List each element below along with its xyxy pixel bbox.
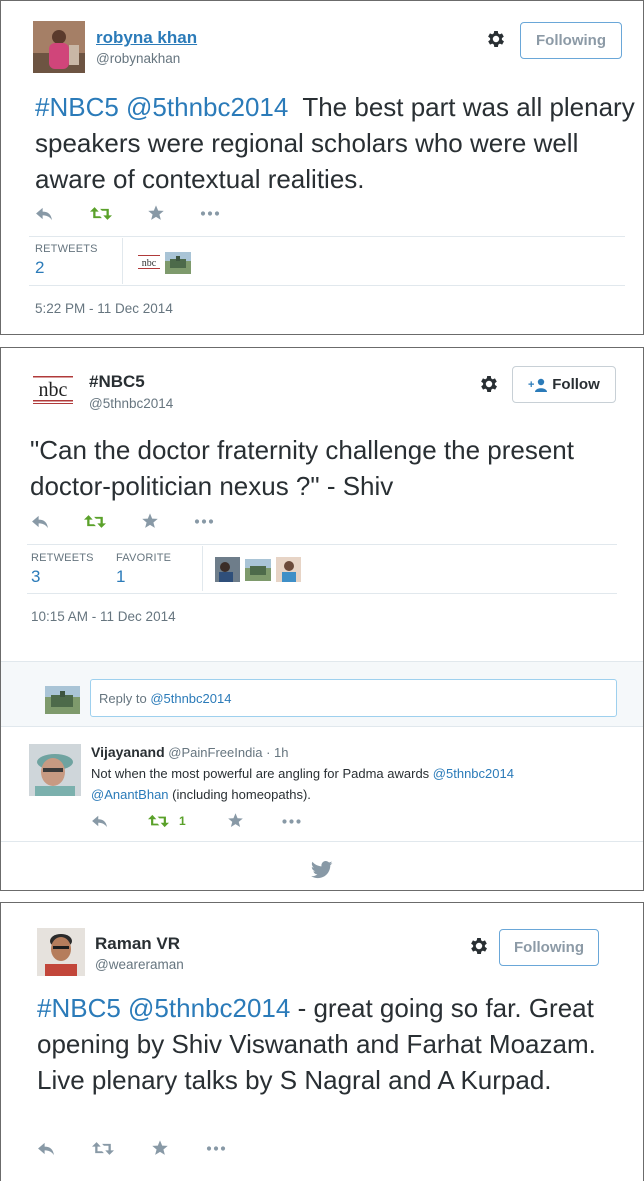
reply-target: @5thnbc2014 bbox=[150, 690, 232, 706]
avatar[interactable] bbox=[37, 928, 85, 976]
avatar-photo bbox=[33, 21, 85, 73]
tweet-timestamp[interactable]: 5:22 PM - 11 Dec 2014 bbox=[35, 301, 173, 316]
tweet-text: "Can the doctor fraternity challenge the… bbox=[30, 435, 574, 501]
retweets-label: RETWEETS bbox=[35, 243, 98, 255]
reply-author-name[interactable]: Vijayanand bbox=[91, 744, 165, 760]
reply-header: Vijayanand @PainFreeIndia · 1h bbox=[91, 744, 288, 760]
reply-author-handle[interactable]: @PainFreeIndia bbox=[168, 745, 262, 760]
twitter-bird-icon[interactable] bbox=[311, 861, 333, 879]
reply-text: Not when the most powerful are angling f… bbox=[91, 763, 591, 805]
divider bbox=[202, 546, 203, 591]
reply-retweet-count[interactable]: 1 bbox=[179, 814, 186, 828]
nbc-logo-text: nbc bbox=[39, 379, 68, 401]
reply-actions: 1 bbox=[91, 814, 311, 834]
tweet-hashtags[interactable]: #NBC5 @5thnbc2014 bbox=[37, 993, 290, 1023]
reply-prefix: Reply to bbox=[99, 690, 151, 706]
reply-icon[interactable] bbox=[91, 814, 109, 828]
divider bbox=[122, 238, 123, 284]
divider bbox=[27, 544, 617, 545]
retweet-icon[interactable] bbox=[148, 814, 169, 828]
tweet-card: robyna khan @robynakhan Following #NBC5 … bbox=[0, 0, 644, 335]
divider bbox=[1, 841, 643, 842]
follow-button[interactable]: + Follow bbox=[512, 366, 616, 403]
favorite-count[interactable]: 1 bbox=[116, 567, 125, 587]
nbc-logo-text: nbc bbox=[142, 258, 157, 269]
reply-text-plain: Not when the most powerful are angling f… bbox=[91, 766, 433, 781]
more-icon[interactable] bbox=[199, 210, 221, 217]
reply-input[interactable]: Reply to @5thnbc2014 bbox=[90, 679, 617, 717]
building-photo bbox=[165, 252, 191, 274]
person-photo bbox=[215, 557, 240, 582]
following-button[interactable]: Following bbox=[499, 929, 599, 966]
reply-author-avatar[interactable] bbox=[29, 744, 81, 796]
reply-icon[interactable] bbox=[31, 514, 50, 529]
tweet-text: #NBC5 @5thnbc2014 - great going so far. … bbox=[37, 990, 597, 1098]
avatar[interactable] bbox=[33, 21, 85, 73]
retweeter-avatar[interactable] bbox=[215, 557, 240, 582]
retweet-icon[interactable] bbox=[90, 206, 112, 221]
favorite-icon[interactable] bbox=[151, 1139, 169, 1157]
favorite-icon[interactable] bbox=[141, 512, 159, 530]
retweet-icon[interactable] bbox=[84, 514, 106, 529]
tweet-text: #NBC5 @5thnbc2014 The best part was all … bbox=[35, 89, 635, 197]
person-photo bbox=[37, 928, 85, 976]
retweet-icon[interactable] bbox=[92, 1141, 114, 1156]
retweeter-avatar[interactable] bbox=[165, 252, 191, 274]
tweet-actions bbox=[35, 206, 235, 226]
reply-icon[interactable] bbox=[35, 206, 54, 221]
author-handle[interactable]: @weareraman bbox=[95, 957, 184, 972]
more-icon[interactable] bbox=[205, 1145, 227, 1152]
author-name[interactable]: #NBC5 bbox=[89, 372, 145, 392]
retweets-count[interactable]: 2 bbox=[35, 258, 44, 278]
tweet-actions bbox=[31, 514, 231, 534]
reply-mention[interactable]: @5thnbc2014 bbox=[433, 766, 514, 781]
reply-mention[interactable]: @AnantBhan bbox=[91, 787, 169, 802]
more-icon[interactable] bbox=[281, 818, 302, 825]
reply-text-tail: (including homeopaths). bbox=[168, 787, 311, 802]
building-photo bbox=[245, 559, 271, 581]
favorite-label: FAVORITE bbox=[116, 552, 172, 564]
nbc-logo: nbc bbox=[33, 376, 73, 404]
retweets-label: RETWEETS bbox=[31, 552, 94, 564]
more-icon[interactable] bbox=[193, 518, 215, 525]
person-photo bbox=[29, 744, 81, 796]
following-button[interactable]: Following bbox=[520, 22, 622, 59]
author-name[interactable]: robyna khan bbox=[96, 28, 197, 48]
author-name[interactable]: Raman VR bbox=[95, 934, 180, 954]
person-photo bbox=[276, 557, 301, 582]
retweeter-avatar[interactable] bbox=[276, 557, 301, 582]
gear-icon[interactable] bbox=[468, 935, 490, 957]
nbc-logo-small: nbc bbox=[138, 255, 160, 269]
gear-icon[interactable] bbox=[478, 373, 500, 395]
tweet-card: Raman VR @weareraman Following #NBC5 @5t… bbox=[0, 902, 644, 1181]
divider bbox=[29, 236, 625, 237]
tweet-actions bbox=[37, 1141, 237, 1161]
retweeter-avatar[interactable] bbox=[245, 559, 271, 581]
follow-label: Follow bbox=[552, 376, 600, 393]
tweet-hashtags[interactable]: #NBC5 @5thnbc2014 bbox=[35, 92, 288, 122]
author-handle[interactable]: @5thnbc2014 bbox=[89, 396, 173, 411]
divider bbox=[1, 726, 643, 727]
svg-text:+: + bbox=[528, 379, 534, 391]
favorite-icon[interactable] bbox=[227, 812, 244, 829]
follow-person-icon: + bbox=[528, 378, 548, 392]
reply-avatar bbox=[45, 686, 80, 714]
reply-icon[interactable] bbox=[37, 1141, 56, 1156]
retweets-count[interactable]: 3 bbox=[31, 567, 40, 587]
avatar[interactable]: nbc bbox=[31, 372, 75, 406]
divider bbox=[29, 285, 625, 286]
reply-age[interactable]: · 1h bbox=[266, 745, 288, 760]
divider bbox=[27, 593, 617, 594]
favorite-icon[interactable] bbox=[147, 204, 165, 222]
retweeter-avatar[interactable]: nbc bbox=[138, 252, 160, 272]
author-handle[interactable]: @robynakhan bbox=[96, 51, 180, 66]
gear-icon[interactable] bbox=[485, 28, 507, 50]
building-photo bbox=[45, 686, 80, 714]
tweet-timestamp[interactable]: 10:15 AM - 11 Dec 2014 bbox=[31, 609, 176, 624]
tweet-card: nbc #NBC5 @5thnbc2014 + Follow "Can the … bbox=[0, 347, 644, 891]
